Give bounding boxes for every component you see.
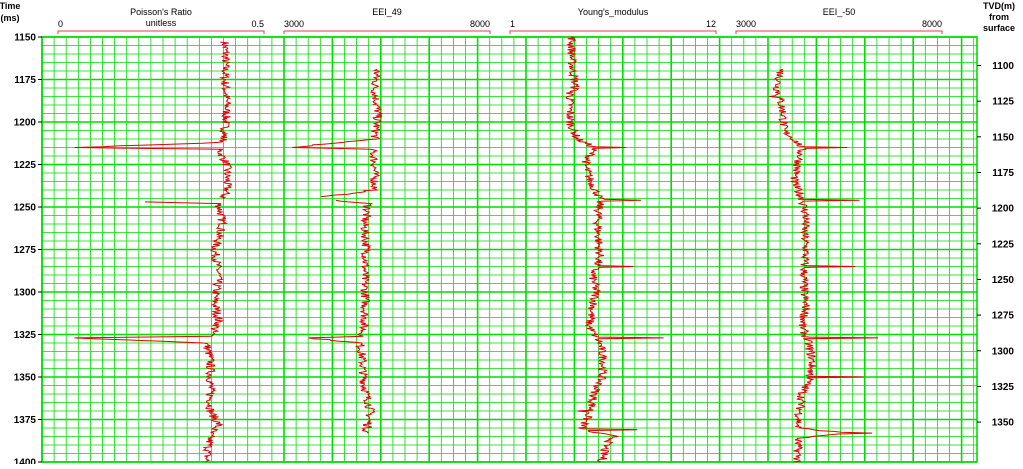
left-axis-tick-label: 1325 xyxy=(14,330,37,341)
left-axis-tick-label: 1175 xyxy=(14,75,36,86)
track-scale-min: 3000 xyxy=(284,19,304,29)
track-unit: unitless xyxy=(146,18,177,28)
left-axis-tick-label: 1350 xyxy=(14,373,37,384)
right-axis-tick-label: 1225 xyxy=(992,239,1015,250)
right-axis-tick-label: 1300 xyxy=(992,346,1015,357)
left-axis-tick-label: 1250 xyxy=(14,203,37,214)
well-log-display: Poisson's Ratio unitless 0 0.5 EEI_49 3000 800… xyxy=(0,0,1023,469)
left-axis-tick-label: 1225 xyxy=(14,160,37,171)
left-axis-tick-label: 1400 xyxy=(14,458,37,465)
track-scale-max: 12 xyxy=(706,19,716,29)
track-title: Young's_modulus xyxy=(578,7,649,17)
right-axis-tick-label: 1100 xyxy=(992,61,1014,72)
track-scale-max: 8000 xyxy=(922,19,942,29)
right-axis-title-line2: from xyxy=(989,12,1009,22)
right-axis-tick-label: 1250 xyxy=(992,275,1015,286)
right-axis-title-line1: TVD(m) xyxy=(983,1,1015,11)
right-axis-tick-label: 1325 xyxy=(992,382,1015,393)
track-title: Poisson's Ratio xyxy=(130,7,192,17)
track-scale-max: 0.5 xyxy=(251,19,264,29)
track-scale-min: 3000 xyxy=(736,19,756,29)
right-axis-tick-label: 1200 xyxy=(992,204,1015,215)
right-axis-tick-label: 1275 xyxy=(992,311,1015,322)
left-axis-tick-label: 1200 xyxy=(14,118,37,129)
right-axis-tick-label: 1175 xyxy=(992,168,1014,179)
well-log-chart: Poisson's Ratiounitless 0 0.5 EEI_49 3000 800… xyxy=(0,0,1023,469)
track-title: EEI_-50 xyxy=(823,7,856,17)
left-axis-tick-label: 1375 xyxy=(14,415,37,426)
left-axis-title-line2: (ms) xyxy=(0,13,19,23)
track-title: EEI_49 xyxy=(372,7,402,17)
left-axis-tick-label: 1300 xyxy=(14,288,37,299)
left-axis-title-line1: Time xyxy=(0,1,20,11)
track-scale-min: 1 xyxy=(510,19,515,29)
right-axis-tick-label: 1125 xyxy=(992,97,1014,108)
track-scale-max: 8000 xyxy=(470,19,490,29)
track-scale-min: 0 xyxy=(58,19,63,29)
left-axis-tick-label: 1275 xyxy=(14,245,37,256)
left-axis-tick-label: 1150 xyxy=(14,33,36,44)
right-axis-title-line3: surface xyxy=(983,23,1015,33)
right-axis-tick-label: 1350 xyxy=(992,418,1015,429)
right-axis-tick-label: 1150 xyxy=(992,132,1014,143)
